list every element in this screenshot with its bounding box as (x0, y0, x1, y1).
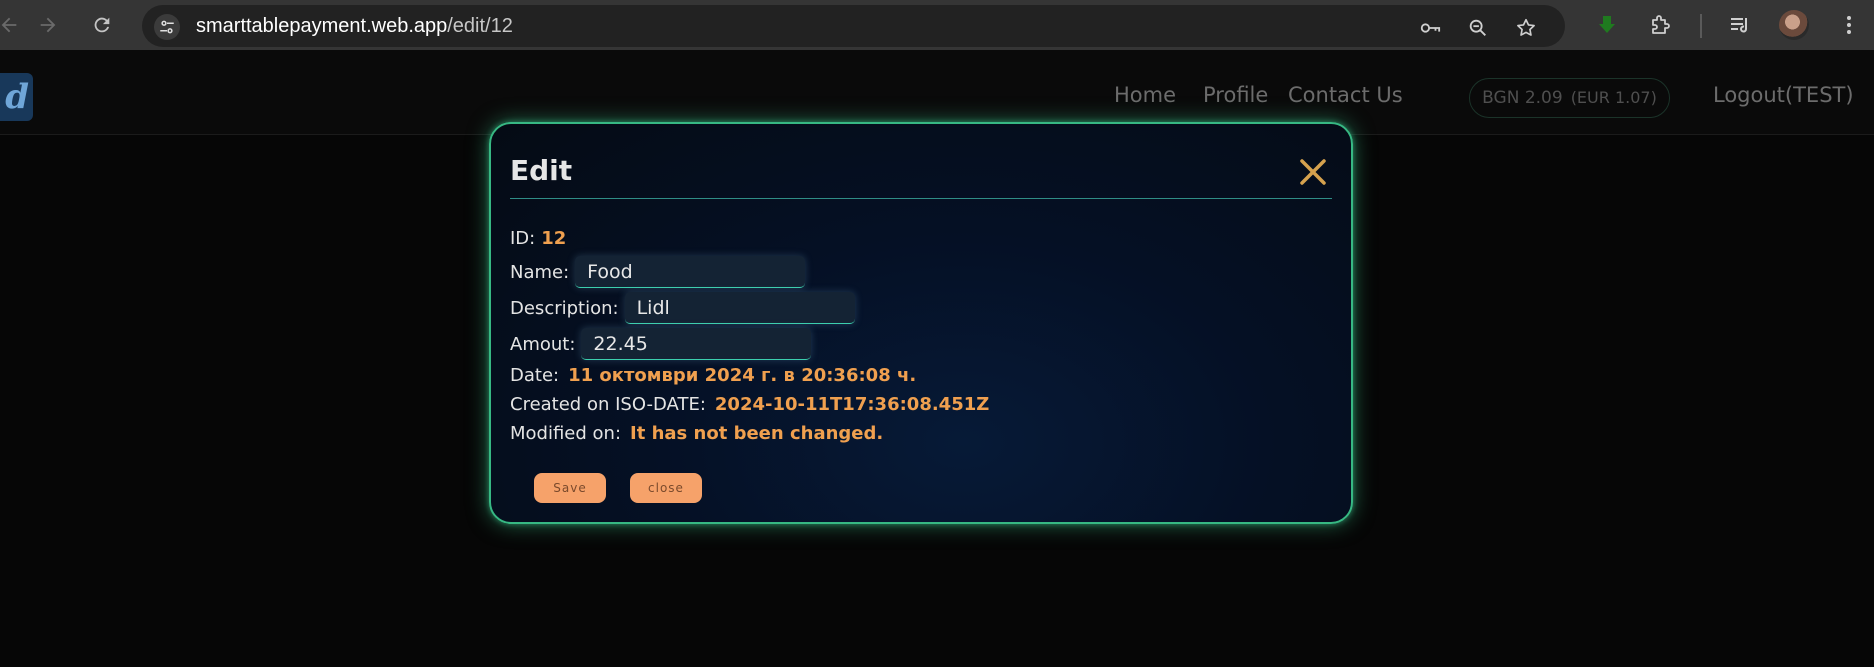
amount-input[interactable] (581, 328, 812, 360)
reading-list-icon[interactable] (1725, 10, 1755, 40)
address-bar[interactable]: smarttablepayment.web.app/edit/12 (142, 5, 1565, 47)
save-button[interactable]: Save (534, 473, 606, 503)
url-text[interactable]: smarttablepayment.web.app/edit/12 (196, 15, 513, 38)
profile-avatar[interactable] (1779, 10, 1809, 40)
modified-value: It has not been changed. (630, 422, 884, 444)
site-logo[interactable]: d (0, 73, 33, 121)
download-arrow-icon[interactable] (1592, 10, 1622, 40)
date-row: Date: 11 октомври 2024 г. в 20:36:08 ч. (510, 360, 916, 390)
name-row: Name: (510, 256, 806, 288)
description-label: Description: (510, 297, 619, 319)
amount-row: Amout: (510, 328, 812, 360)
nav-contact-us[interactable]: Contact Us (1288, 83, 1403, 107)
menu-icon[interactable] (1834, 10, 1864, 40)
close-icon[interactable] (1299, 158, 1327, 186)
id-value: 12 (541, 227, 567, 249)
date-value: 11 октомври 2024 г. в 20:36:08 ч. (568, 364, 917, 386)
currency-badge: BGN 2.09 (EUR 1.07) (1469, 78, 1670, 118)
extensions-icon[interactable] (1645, 10, 1675, 40)
amount-label: Amout: (510, 333, 576, 355)
nav-profile[interactable]: Profile (1203, 83, 1268, 107)
site-settings-icon[interactable] (154, 14, 180, 40)
password-key-icon[interactable] (1417, 15, 1443, 41)
url-path: /edit/12 (447, 15, 513, 37)
edit-modal: Edit ID: 12 Name: Description: Amout: Da… (489, 122, 1353, 524)
modal-title: Edit (510, 154, 573, 187)
created-label: Created on ISO-DATE: (510, 393, 706, 415)
modified-row: Modified on: It has not been changed. (510, 418, 883, 448)
name-input[interactable] (575, 256, 806, 288)
name-label: Name: (510, 261, 570, 283)
currency-bgn: BGN 2.09 (1482, 88, 1563, 108)
description-row: Description: (510, 292, 855, 324)
modified-label: Modified on: (510, 422, 622, 444)
browser-toolbar: smarttablepayment.web.app/edit/12 (0, 0, 1874, 50)
created-row: Created on ISO-DATE: 2024-10-11T17:36:08… (510, 389, 989, 419)
nav-home[interactable]: Home (1114, 83, 1176, 107)
modal-divider (510, 198, 1332, 199)
id-row: ID: 12 (510, 223, 566, 253)
reload-icon[interactable] (87, 10, 117, 40)
back-icon[interactable] (0, 10, 24, 40)
close-button[interactable]: close (630, 473, 702, 503)
toolbar-divider (1700, 14, 1702, 38)
logout-link[interactable]: Logout(TEST) (1713, 83, 1854, 107)
id-label: ID: (510, 227, 536, 249)
created-value: 2024-10-11T17:36:08.451Z (714, 393, 990, 415)
zoom-icon[interactable] (1465, 15, 1491, 41)
url-host: smarttablepayment.web.app (196, 15, 448, 37)
forward-icon[interactable] (33, 10, 63, 40)
date-label: Date: (510, 364, 560, 386)
description-input[interactable] (624, 292, 855, 324)
currency-eur: (EUR 1.07) (1570, 88, 1657, 107)
bookmark-star-icon[interactable] (1513, 15, 1539, 41)
